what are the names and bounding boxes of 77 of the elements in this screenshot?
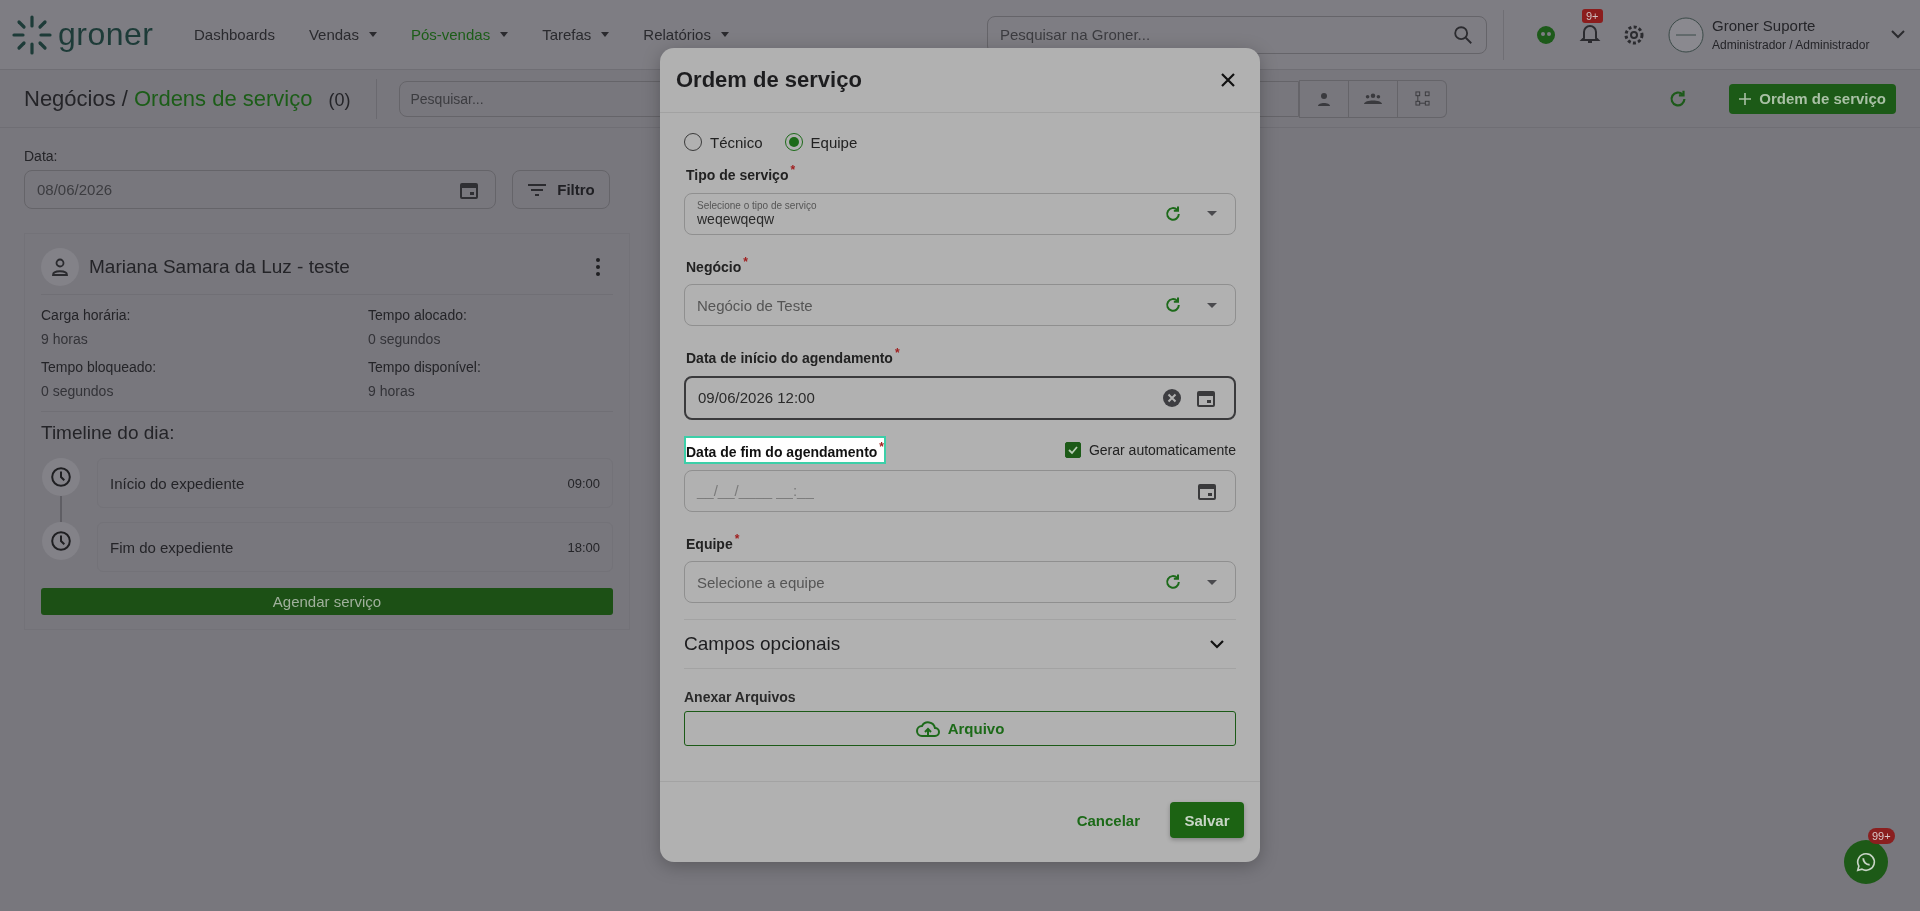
close-icon[interactable] bbox=[1220, 72, 1236, 88]
chevron-down-icon[interactable] bbox=[1891, 30, 1906, 39]
logo-text: groner bbox=[58, 16, 154, 53]
plus-icon bbox=[1739, 92, 1752, 105]
field-label: Equipe$^{*}$ bbox=[685, 530, 741, 554]
caret-icon bbox=[368, 32, 377, 37]
field-label: Data de início do agendamento$^{*}$ bbox=[685, 345, 901, 368]
filter-button[interactable]: Filtro bbox=[512, 170, 610, 209]
auto-generate-checkbox[interactable]: Gerar automaticamente bbox=[1064, 441, 1236, 458]
date-field[interactable]: 08/06/2026 bbox=[24, 170, 496, 209]
datetime-field[interactable]: __/__/____ __:__ bbox=[684, 469, 1236, 512]
notification-badge: 9+ bbox=[1582, 8, 1603, 23]
chat-button[interactable] bbox=[1844, 840, 1888, 884]
flow-icon bbox=[1415, 91, 1430, 106]
search-icon bbox=[1452, 23, 1474, 46]
nav-menu-item[interactable]: Pós-vendas bbox=[410, 26, 509, 43]
event-label: Início do expediente bbox=[110, 474, 245, 492]
radio-option[interactable]: Técnico bbox=[684, 133, 763, 151]
radio-option[interactable]: Equipe bbox=[784, 133, 858, 151]
chat-badge: 99+ bbox=[1868, 828, 1895, 844]
save-button[interactable]: Salvar bbox=[1170, 802, 1244, 838]
nav-menu-item[interactable]: Dashboards bbox=[194, 26, 275, 43]
group-icon bbox=[1364, 92, 1383, 105]
select-field[interactable]: Selecione a equipe bbox=[684, 561, 1236, 604]
stat-value: 9 horas bbox=[41, 331, 89, 347]
user-name: Groner Suporte bbox=[1712, 17, 1817, 34]
field-label: Data de fim do agendamento$^{*}$ bbox=[684, 435, 887, 464]
count-label: (0) bbox=[328, 89, 351, 111]
date-label: Data: bbox=[24, 148, 59, 164]
logo-icon bbox=[12, 14, 52, 55]
dropdown-caret-icon[interactable] bbox=[1207, 302, 1217, 308]
datetime-field[interactable]: 09/06/2026 12:00 bbox=[684, 375, 1236, 420]
avatar-icon[interactable] bbox=[1668, 16, 1704, 53]
breadcrumb-link[interactable]: Negócios / bbox=[24, 85, 128, 112]
clock-icon bbox=[42, 458, 80, 496]
filter-icon bbox=[527, 182, 548, 197]
attachments-label: Anexar Arquivos bbox=[684, 689, 797, 706]
person-avatar-icon bbox=[41, 248, 79, 286]
stat-label: Carga horária: bbox=[41, 307, 132, 323]
optional-fields-toggle[interactable]: Campos opcionais bbox=[684, 619, 1236, 670]
upload-button[interactable]: Arquivo bbox=[684, 711, 1236, 747]
nav-menu-item[interactable]: Tarefas bbox=[542, 26, 610, 43]
page-title: Ordens de serviço bbox=[133, 85, 313, 112]
event-time: 09:00 bbox=[567, 475, 600, 491]
stat-value: 9 horas bbox=[368, 383, 416, 399]
clear-icon[interactable] bbox=[1162, 387, 1182, 408]
cancel-button[interactable]: Cancelar bbox=[1070, 810, 1146, 830]
new-order-button[interactable]: Ordem de serviço bbox=[1729, 83, 1896, 114]
stat-value: 0 segundos bbox=[41, 383, 115, 399]
field-label: Negócio$^{*}$ bbox=[685, 253, 749, 277]
more-options-icon[interactable] bbox=[595, 257, 601, 277]
dialog-title: Ordem de serviço bbox=[676, 67, 862, 93]
timeline-title: Timeline do dia: bbox=[41, 422, 176, 444]
dropdown-caret-icon[interactable] bbox=[1207, 579, 1217, 585]
caret-icon bbox=[500, 32, 509, 37]
select-field[interactable]: Selecione o tipo de serviço weqewqeqw bbox=[684, 192, 1236, 235]
cloud-upload-icon bbox=[915, 719, 940, 738]
technician-name: Mariana Samara da Luz - teste bbox=[89, 256, 351, 278]
caret-icon bbox=[601, 32, 610, 37]
nav-menu-item[interactable]: Relatórios bbox=[643, 26, 729, 43]
stat-label: Tempo bloqueado: bbox=[41, 359, 158, 375]
select-field[interactable]: Negócio de Teste bbox=[684, 284, 1236, 327]
stat-value: 0 segundos bbox=[368, 331, 442, 347]
dropdown-caret-icon[interactable] bbox=[1207, 211, 1217, 217]
nav-menu-item[interactable]: Vendas bbox=[308, 26, 377, 43]
caret-icon bbox=[720, 32, 729, 37]
clock-icon bbox=[42, 522, 80, 560]
chat-bubble-icon bbox=[1855, 851, 1877, 873]
user-role: Administrador / Administrador bbox=[1712, 38, 1870, 52]
schedule-button[interactable]: Agendar serviço bbox=[41, 588, 613, 615]
field-label: Tipo de serviço$^{*}$ bbox=[685, 162, 797, 185]
event-label: Fim do expediente bbox=[110, 538, 234, 556]
stat-label: Tempo disponível: bbox=[368, 359, 482, 375]
stat-label: Tempo alocado: bbox=[368, 307, 468, 323]
chevron-icon bbox=[1210, 639, 1224, 649]
person-icon bbox=[1316, 90, 1333, 107]
event-time: 18:00 bbox=[567, 539, 600, 555]
